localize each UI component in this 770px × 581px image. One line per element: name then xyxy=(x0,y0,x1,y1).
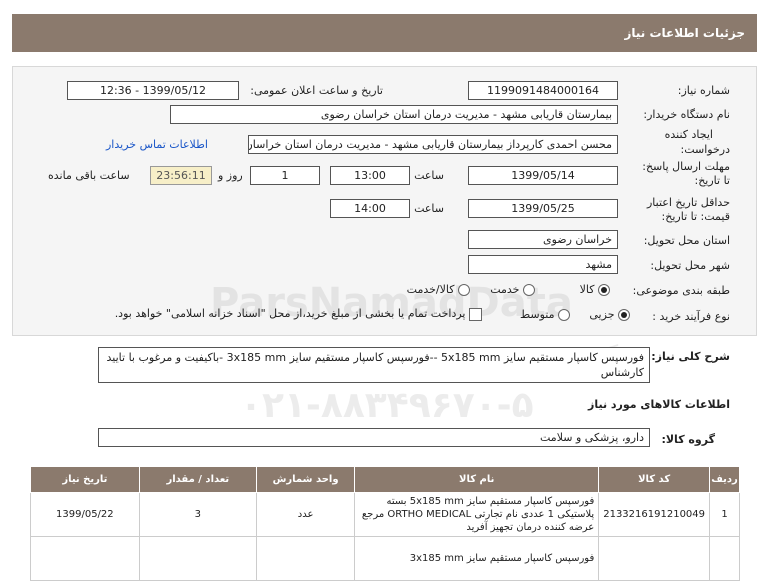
category-label: طبقه بندی موضوعی: xyxy=(632,284,730,297)
creator-label-1: ایجاد کننده xyxy=(664,128,713,141)
table-row: 1 2133216191210049 فورسپس کاسپار مستقیم … xyxy=(30,492,740,537)
city-field: مشهد xyxy=(468,255,618,274)
col-unit: واحد شمارش xyxy=(255,466,356,493)
cell-index: 1 xyxy=(709,492,740,537)
category-option-goods[interactable]: کالا xyxy=(580,283,610,296)
treasury-payment-checkbox[interactable]: پرداخت تمام یا بخشی از مبلغ خرید،از محل … xyxy=(115,307,482,321)
page-title: جزئیات اطلاعات نیاز xyxy=(624,26,745,40)
contact-info-link[interactable]: اطلاعات تماس خریدار xyxy=(106,138,208,151)
radio-selected-icon[interactable] xyxy=(618,309,630,321)
watermark-phone: ۰۲۱-۸۸۳۴۹۶۷۰-۵ xyxy=(240,385,534,426)
radio-icon[interactable] xyxy=(558,309,570,321)
province-field: خراسان رضوی xyxy=(468,230,618,249)
process-option-medium[interactable]: متوسط xyxy=(520,308,570,321)
deadline-label-2: تا تاریخ: xyxy=(694,174,730,187)
cell-qty: 3 xyxy=(138,492,257,537)
cell-date: 1399/05/22 xyxy=(30,492,140,537)
validity-label-1: حداقل تاریخ اعتبار xyxy=(646,196,730,209)
days-label: روز و xyxy=(218,169,243,182)
col-code: کد کالا xyxy=(598,466,711,493)
cell-index xyxy=(709,536,740,581)
cell-unit xyxy=(255,536,356,581)
announce-field: 1399/05/12 - 12:36 xyxy=(67,81,239,100)
remaining-time-field: 23:56:11 xyxy=(150,166,212,185)
radio-selected-icon[interactable] xyxy=(598,284,610,296)
buyer-label: نام دستگاه خریدار: xyxy=(643,108,730,121)
cell-qty xyxy=(138,536,257,581)
deadline-date-field: 1399/05/14 xyxy=(468,166,618,185)
deadline-label-1: مهلت ارسال پاسخ: xyxy=(642,160,730,173)
creator-label-2: درخواست: xyxy=(680,143,730,156)
radio-icon[interactable] xyxy=(523,284,535,296)
col-date: تاریخ نیاز xyxy=(30,466,140,493)
desc-label: شرح کلی نیاز: xyxy=(651,350,730,363)
checkbox-icon[interactable] xyxy=(469,307,482,321)
goods-group-label: گروه کالا: xyxy=(661,433,715,446)
validity-label-2: قیمت: تا تاریخ: xyxy=(661,210,730,223)
category-option-goods-service[interactable]: کالا/خدمت xyxy=(407,283,470,296)
desc-field: فورسپس کاسپار مستقیم سایز 5x185 mm --فور… xyxy=(98,347,650,383)
validity-time-field: 14:00 xyxy=(330,199,410,218)
col-name: نام کالا xyxy=(354,466,600,493)
cell-code xyxy=(598,536,711,581)
validity-date-field: 1399/05/25 xyxy=(468,199,618,218)
goods-group-field: دارو، پزشکی و سلامت xyxy=(98,428,650,447)
goods-info-title: اطلاعات کالاهای مورد نیاز xyxy=(588,398,730,411)
radio-icon[interactable] xyxy=(458,284,470,296)
col-qty: تعداد / مقدار xyxy=(138,466,257,493)
cell-date xyxy=(30,536,140,581)
cell-name: فورسپس کاسپار مستقیم سایز 3x185 mm xyxy=(354,536,600,581)
cell-code: 2133216191210049 xyxy=(598,492,711,537)
cell-name: فورسپس کاسپار مستقیم سایز 5x185 mm بسته … xyxy=(354,492,600,537)
announce-label: تاریخ و ساعت اعلان عمومی: xyxy=(250,84,383,97)
creator-field: محسن احمدی کارپرداز بیمارستان قاریابی مش… xyxy=(248,135,618,154)
remaining-label: ساعت باقی مانده xyxy=(48,169,130,182)
province-label: استان محل تحویل: xyxy=(643,234,730,247)
buyer-field: بیمارستان قاریابی مشهد - مدیریت درمان اس… xyxy=(170,105,618,124)
process-label: نوع فرآیند خرید : xyxy=(652,310,730,323)
table-header-row: ردیف کد کالا نام کالا واحد شمارش تعداد /… xyxy=(30,466,740,493)
days-remaining-field: 1 xyxy=(250,166,320,185)
deadline-time-label: ساعت xyxy=(414,169,444,182)
page-header: جزئیات اطلاعات نیاز xyxy=(12,14,757,52)
category-option-service[interactable]: خدمت xyxy=(490,283,535,296)
items-table: ردیف کد کالا نام کالا واحد شمارش تعداد /… xyxy=(30,466,740,581)
city-label: شهر محل تحویل: xyxy=(650,259,730,272)
cell-unit: عدد xyxy=(255,492,356,537)
payment-note: پرداخت تمام یا بخشی از مبلغ خرید،از محل … xyxy=(114,307,466,320)
table-row: فورسپس کاسپار مستقیم سایز 3x185 mm xyxy=(30,536,740,581)
need-number-label: شماره نیاز: xyxy=(677,84,730,97)
process-option-minor[interactable]: جزیی xyxy=(589,308,630,321)
validity-time-label: ساعت xyxy=(414,202,444,215)
deadline-time-field: 13:00 xyxy=(330,166,410,185)
need-number-field: 1199091484000164 xyxy=(468,81,618,100)
col-index: ردیف xyxy=(709,466,740,493)
